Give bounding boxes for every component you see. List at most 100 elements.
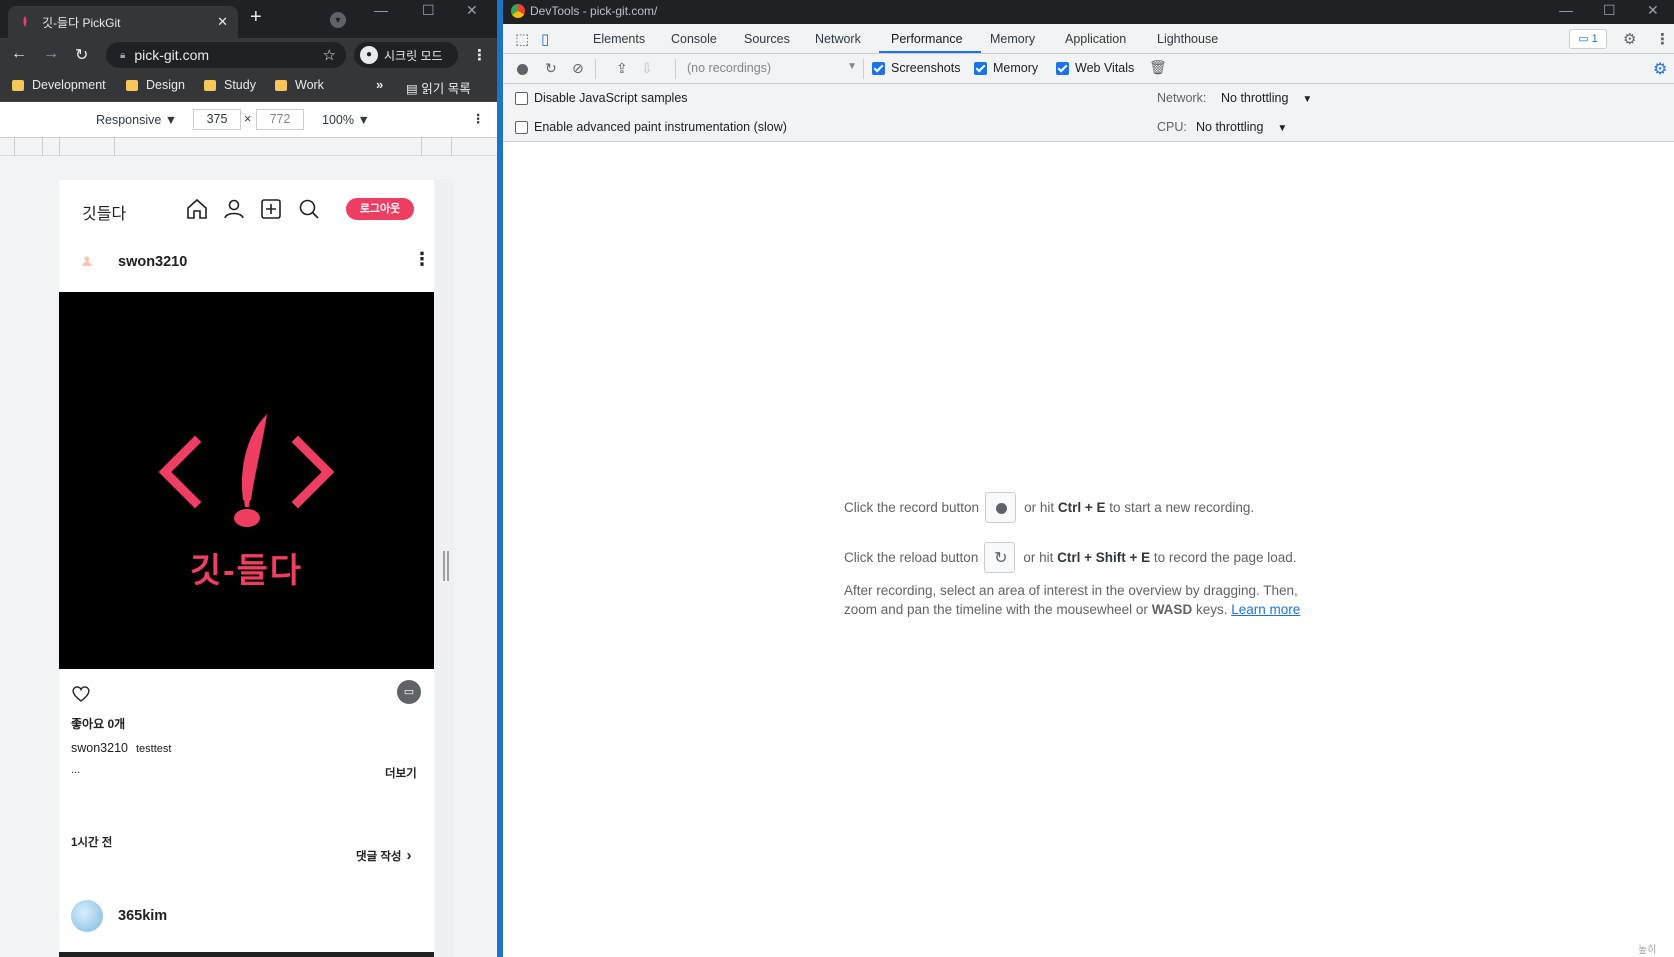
add-post-icon[interactable] [259,197,283,221]
disable-js-samples-checkbox[interactable]: Disable JavaScript samples [515,91,688,105]
bookmark-star-icon[interactable]: ☆ [323,46,336,64]
see-more-button[interactable]: 더보기 [385,765,417,781]
bookmark-folder-study[interactable]: Study [204,78,256,92]
tab-search-icon[interactable]: ▼ [330,12,346,28]
device-mode-label: Responsive [96,113,162,127]
performance-landing: Click the record button or hit Ctrl + E … [503,142,1674,957]
chevron-right-icon: › [406,847,412,864]
checkbox-unchecked-icon [515,91,528,105]
zoom-label: 100% [322,113,354,127]
cpu-throttle-select[interactable]: No throttling ▼ [1196,120,1287,134]
tab-application[interactable]: Application [1065,32,1126,46]
record-icon[interactable] [517,64,528,75]
comment-icon[interactable]: ▭ [397,680,421,704]
incognito-badge[interactable]: ● 시크릿 모드 [354,42,458,68]
tab-console[interactable]: Console [671,32,717,46]
reading-list-button[interactable]: ▤ 읽기 목록 [406,78,471,97]
inline-record-button[interactable] [985,492,1017,523]
logout-button[interactable]: 로그아웃 [346,198,414,220]
write-comment-button[interactable]: 댓글 작성 › [356,847,412,864]
search-icon[interactable] [297,197,321,221]
post-author[interactable]: swon3210 [71,741,128,755]
viewport-height-input[interactable]: 772 [256,109,304,130]
close-window-icon[interactable]: ✕ [1647,2,1659,19]
devtools-menu-icon[interactable]: ⋮ [1655,30,1670,48]
viewport-width-input[interactable]: 375 [193,109,241,130]
tab-memory[interactable]: Memory [990,32,1035,46]
network-throttle-select[interactable]: No throttling ▼ [1221,91,1312,105]
chrome-icon [511,4,525,18]
trash-icon[interactable]: 🗑︎ [1149,59,1167,76]
ruler-tick [114,138,115,156]
inspect-element-icon[interactable]: ⬚ [515,30,529,48]
advanced-paint-checkbox[interactable]: Enable advanced paint instrumentation (s… [515,120,787,134]
avatar[interactable] [71,900,103,932]
load-profile-icon[interactable]: ⇪ [616,60,628,77]
clear-icon[interactable]: ⊘ [572,60,584,77]
next-post-username[interactable]: 365kim [118,908,167,924]
instruction-text: or hit [1024,500,1055,515]
save-profile-icon[interactable]: ⇩ [641,60,653,77]
inline-reload-button[interactable]: ↻ [984,542,1016,573]
browser-menu-icon[interactable]: ⋮ [472,46,487,64]
back-icon[interactable]: ← [11,45,27,63]
zoom-select[interactable]: 100% ▼ [322,113,370,127]
device-toolbar-menu-icon[interactable]: ⋮ [472,111,485,126]
maximize-icon[interactable]: ☐ [1603,2,1616,19]
pickgit-logo-graphic [159,414,334,527]
shortcut-keys: Ctrl + Shift + E [1057,550,1151,565]
address-bar[interactable]: 🔒︎ pick-git.com ☆ [106,42,346,68]
post-username[interactable]: swon3210 [118,254,187,270]
tab-network[interactable]: Network [815,32,861,46]
devtools-title: DevTools - pick-git.com/ [530,4,658,18]
post-image[interactable]: 깃-들다 [59,292,434,669]
corner-hint: 높히 [1638,945,1657,956]
checkbox-unchecked-icon [515,120,528,134]
minimize-icon[interactable]: — [374,2,388,18]
capture-settings-gear-icon[interactable]: ⚙ [1653,59,1667,79]
shortcut-keys: WASD [1151,602,1193,617]
reload-instruction: Click the reload button ↻ or hit Ctrl + … [844,542,1297,573]
after-recording-help: After recording, select an area of inter… [844,581,1314,619]
reload-record-icon[interactable]: ↻ [545,60,557,77]
devtools-titlebar: DevTools - pick-git.com/ — ☐ ✕ [503,0,1674,24]
tab-elements[interactable]: Elements [593,32,645,46]
forward-icon[interactable]: → [43,45,59,63]
viewport-resize-handle[interactable] [443,551,449,581]
chevron-down-icon: ▼ [847,61,857,72]
help-text: After recording, select an area of inter… [844,583,1298,617]
post-options-icon[interactable]: ⋮ [413,249,431,270]
bookmark-folder-design[interactable]: Design [126,78,185,92]
user-avatar-icon[interactable] [79,254,95,270]
chevron-down-icon: ▼ [1277,123,1288,134]
home-icon[interactable] [185,197,209,221]
screenshots-checkbox[interactable]: Screenshots [872,61,960,75]
like-heart-icon[interactable] [71,685,91,703]
url-text: pick-git.com [134,47,210,63]
bookmark-folder-development[interactable]: Development [12,78,106,92]
web-vitals-checkbox[interactable]: Web Vitals [1056,61,1134,75]
new-tab-icon[interactable]: + [250,6,262,29]
reload-icon[interactable]: ↻ [75,45,88,65]
maximize-icon[interactable]: ☐ [422,2,435,19]
recordings-select[interactable]: (no recordings) ▼ [687,61,857,75]
tab-lighthouse[interactable]: Lighthouse [1157,32,1218,46]
memory-checkbox[interactable]: Memory [974,61,1038,75]
browser-tab[interactable]: 깃-들다 PickGit ✕ [8,6,238,38]
tab-title: 깃-들다 PickGit [42,15,121,30]
minimize-icon[interactable]: — [1559,2,1573,18]
close-window-icon[interactable]: ✕ [466,2,478,19]
device-mode-select[interactable]: Responsive ▼ [96,113,177,127]
tab-sources[interactable]: Sources [744,32,790,46]
close-tab-icon[interactable]: ✕ [217,14,228,30]
profile-icon[interactable] [222,197,246,221]
bookmark-label: Work [295,78,324,92]
settings-gear-icon[interactable]: ⚙ [1623,30,1636,48]
bookmarks-overflow-button[interactable]: » [376,77,383,92]
device-toggle-icon[interactable]: ▯ [541,30,549,48]
issues-badge[interactable]: ▭ 1 [1569,29,1607,49]
learn-more-link[interactable]: Learn more [1231,602,1300,617]
tab-performance[interactable]: Performance [891,32,963,46]
app-logo[interactable]: 깃들다 [82,200,126,224]
bookmark-folder-work[interactable]: Work [275,78,324,92]
